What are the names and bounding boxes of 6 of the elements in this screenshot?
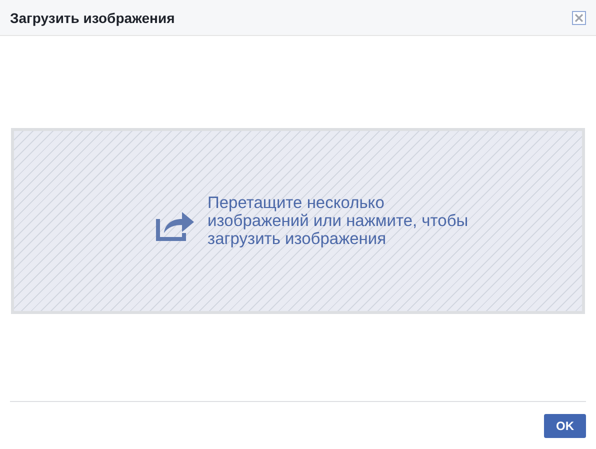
ok-button[interactable]: OK <box>544 414 586 438</box>
drop-zone[interactable]: Перетащите несколько изображений или нажмите, чтобы загрузить изображения <box>11 128 585 314</box>
close-icon <box>572 10 586 24</box>
close-button[interactable] <box>571 10 587 26</box>
window-title: Загрузить изображения <box>10 10 175 26</box>
drop-instructions: Перетащите несколько изображений или нажмите, чтобы загрузить изображения <box>208 194 470 248</box>
